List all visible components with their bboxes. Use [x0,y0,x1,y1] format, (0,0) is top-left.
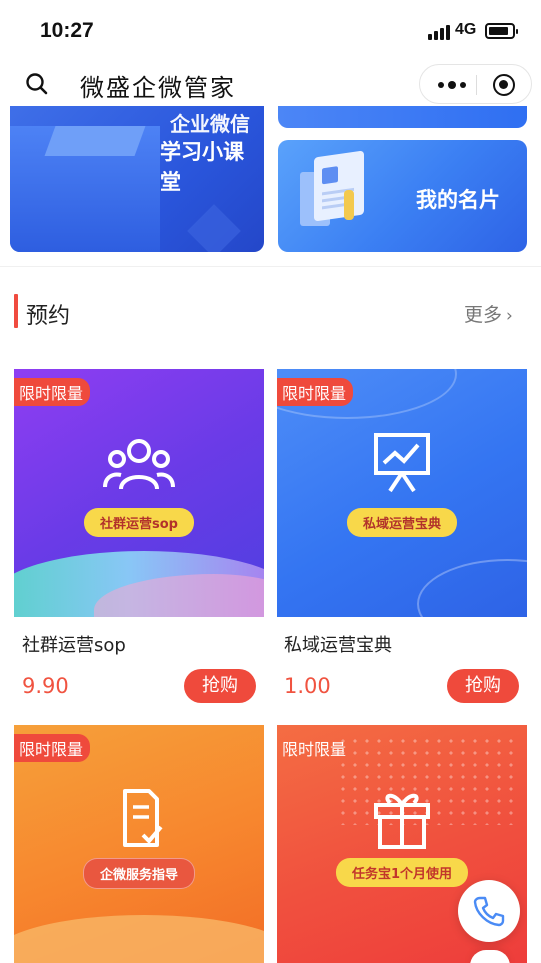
product-price: 9.90 [22,674,69,698]
product-tag: 任务宝1个月使用 [335,858,469,887]
business-card-illustration [314,150,364,222]
community-icon [103,439,175,490]
banner-decoration [187,204,241,252]
more-link[interactable]: 更多 › [464,300,513,327]
product-tag: 企微服务指导 [82,858,196,889]
more-menu-icon[interactable] [438,81,466,89]
product-card-image[interactable]: 限时限量 企微服务指导 [14,725,264,963]
person-illustration [344,190,354,220]
divider [0,266,541,267]
buy-button[interactable]: 抢购 [447,669,519,703]
product-card-image[interactable]: 限时限量 社群运营sop [14,369,264,617]
banner-illustration [10,126,160,252]
close-miniapp-icon[interactable] [493,74,515,96]
product-tag: 私域运营宝典 [346,508,458,537]
capsule-divider [476,75,477,95]
product-card-image[interactable]: 限时限量 私域运营宝典 [277,369,527,617]
banner-learning-line2: 学习小课堂 [160,140,244,194]
status-bar: 10:27 4G [0,0,541,62]
banner-learning-line1: 企业微信 [170,112,250,136]
limited-badge: 限时限量 [14,734,91,762]
banner-learning[interactable]: 企业微信 学习小课堂 [10,106,264,252]
page-title: 微盛企微管家 [80,74,236,102]
phone-icon [473,896,505,927]
limited-badge: 限时限量 [14,378,91,406]
section-accent-bar [14,294,18,328]
signal-icon [428,24,450,40]
decor-wave [14,915,264,963]
product-name[interactable]: 私域运营宝典 [284,631,392,657]
call-button[interactable] [458,880,520,942]
banner-business-card[interactable]: 我的名片 [278,140,527,252]
banner-business-card-label: 我的名片 [416,188,500,212]
section-title: 预约 [26,304,71,329]
chart-board-icon [374,433,430,493]
search-icon[interactable] [24,71,50,97]
network-type: 4G [455,21,477,38]
product-tag: 社群运营sop [84,508,194,537]
decor-wave [417,559,527,617]
banner-top-right[interactable] [278,106,527,128]
limited-badge: 限时限量 [282,740,347,759]
chevron-right-icon: › [506,306,513,326]
product-name[interactable]: 社群运营sop [22,631,126,657]
status-time: 10:27 [40,19,94,42]
miniapp-capsule [419,64,532,104]
document-check-icon [123,789,163,847]
more-label: 更多 [464,304,503,326]
product-price: 1.00 [284,674,331,698]
nav-bar: 微盛企微管家 [0,62,541,106]
gift-icon [374,793,430,849]
buy-button[interactable]: 抢购 [184,669,256,703]
limited-badge: 限时限量 [277,378,354,406]
battery-icon [485,23,518,39]
